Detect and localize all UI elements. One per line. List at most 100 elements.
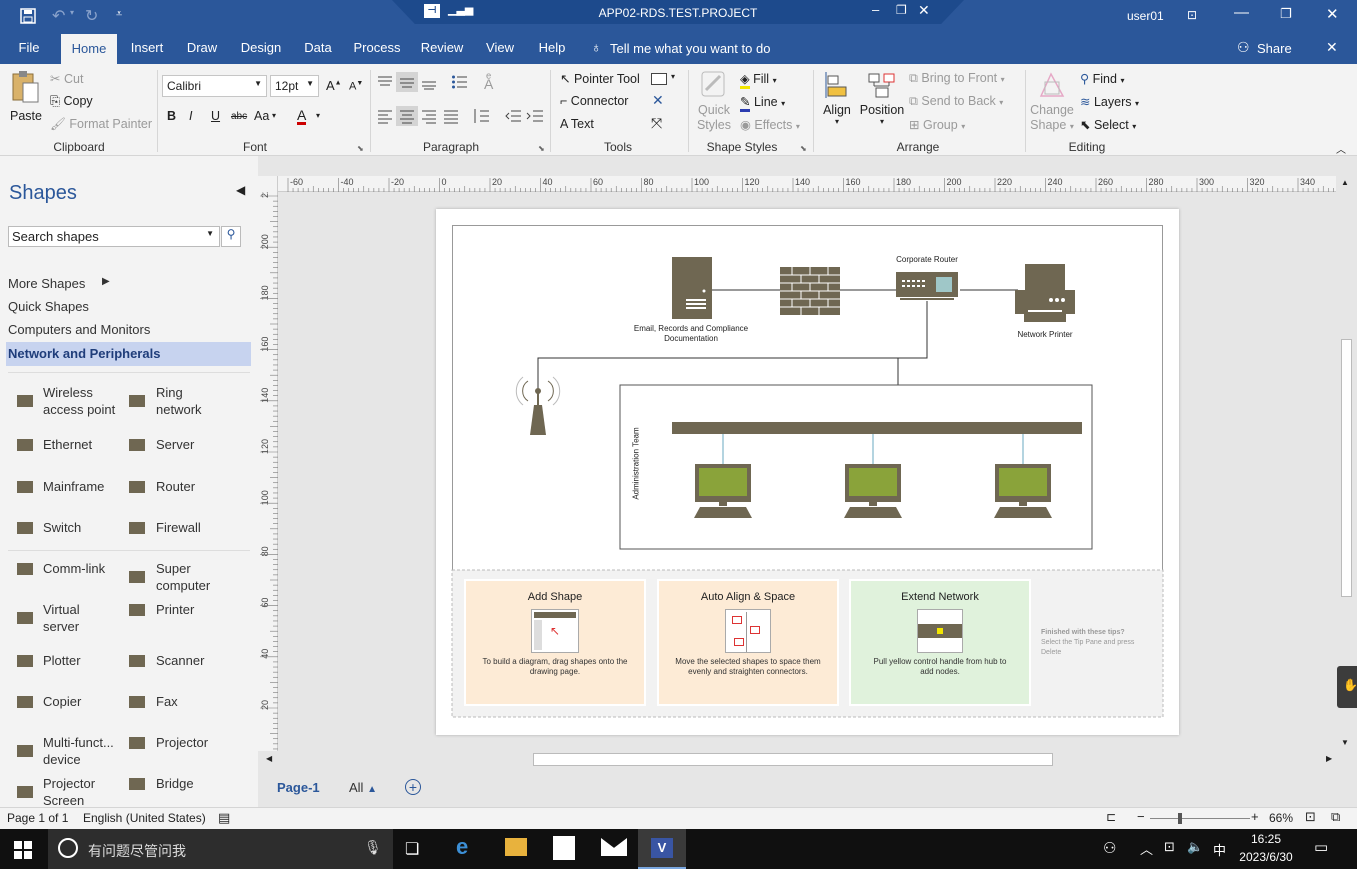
dialog-launcher-icon[interactable]: ⬊: [800, 144, 807, 153]
user-name[interactable]: user01: [1127, 9, 1164, 23]
minimize-icon[interactable]: —: [1234, 4, 1249, 21]
group-button[interactable]: ⊞ Group ▾: [909, 117, 965, 132]
stencil-shape-left[interactable]: Plotter: [14, 652, 126, 688]
decrease-indent-icon[interactable]: [504, 108, 522, 127]
align-middle-icon[interactable]: [396, 72, 418, 92]
change-case-button[interactable]: Aa: [254, 109, 269, 123]
computers-monitors-category[interactable]: Computers and Monitors: [8, 322, 150, 337]
stencil-shape-left[interactable]: Switch: [14, 519, 126, 555]
format-painter-button[interactable]: 🖌 Format Painter: [50, 117, 152, 132]
bullets-icon[interactable]: [451, 74, 469, 93]
file-explorer-icon[interactable]: [505, 838, 527, 856]
stencil-shape-right[interactable]: Fax: [126, 693, 238, 729]
increase-indent-icon[interactable]: [526, 108, 544, 127]
stencil-shape-right[interactable]: Ring network: [126, 384, 238, 420]
undo-icon[interactable]: ↶: [52, 6, 65, 26]
stencil-shape-left[interactable]: Projector Screen: [14, 775, 126, 811]
align-left-icon[interactable]: [376, 108, 394, 127]
restore-icon[interactable]: ❐: [1280, 6, 1292, 22]
edge-icon[interactable]: e: [456, 834, 468, 860]
printer-shape[interactable]: [1015, 264, 1075, 322]
language-indicator[interactable]: English (United States): [83, 811, 206, 825]
undo-dropdown-icon[interactable]: ▾: [70, 8, 74, 17]
line-button[interactable]: ✎ Line ▾: [740, 94, 785, 112]
close-icon[interactable]: ✕: [1326, 5, 1339, 23]
scroll-down-icon[interactable]: ▼: [1341, 738, 1349, 747]
spacing-icon[interactable]: [472, 108, 490, 127]
tab-insert[interactable]: Insert: [125, 32, 169, 64]
shrink-font-icon[interactable]: A▼: [349, 80, 363, 93]
position-button[interactable]: Position ▾: [859, 70, 905, 126]
ime-indicator[interactable]: 中: [1213, 840, 1226, 859]
scroll-left-icon[interactable]: ◀: [266, 754, 272, 763]
router-shape[interactable]: [896, 272, 958, 300]
share-button[interactable]: Share: [1257, 41, 1292, 56]
copy-button[interactable]: ⎘ Copy: [50, 94, 93, 109]
server-shape[interactable]: [672, 257, 712, 319]
windows-start-icon[interactable]: [14, 841, 32, 862]
pointer-tool-button[interactable]: ↖ Pointer Tool: [560, 71, 640, 86]
connection-point-icon[interactable]: ⤧: [651, 115, 662, 132]
task-view-icon[interactable]: ❏: [405, 839, 419, 859]
stencil-shape-right[interactable]: Printer: [126, 601, 238, 637]
tab-draw[interactable]: Draw: [182, 32, 222, 64]
select-button[interactable]: ⬉ Select ▾: [1080, 117, 1136, 132]
fill-button[interactable]: ◈ Fill ▾: [740, 71, 777, 89]
pc-shape[interactable]: [844, 464, 902, 518]
pc-shape[interactable]: [694, 464, 752, 518]
close-doc-icon[interactable]: ✕: [1326, 39, 1338, 56]
layers-button[interactable]: ≋ Layers ▾: [1080, 94, 1139, 109]
horizontal-scroll-thumb[interactable]: [533, 753, 1053, 766]
strikethrough-button[interactable]: abc: [231, 111, 247, 122]
stencil-shape-right[interactable]: Server: [126, 436, 238, 472]
stencil-shape-right[interactable]: Scanner: [126, 652, 238, 688]
drawing-canvas[interactable]: -60 -40 -20 0 20 40 60 80 100 120 140 160 180 200 220 2…: [258, 156, 1357, 807]
stencil-shape-right[interactable]: Super computer: [126, 560, 238, 596]
collapse-pane-icon[interactable]: ◀: [236, 183, 245, 197]
tray-expand-icon[interactable]: ︿: [1140, 839, 1153, 858]
tab-help[interactable]: Help: [534, 32, 570, 64]
send-to-back-button[interactable]: ⧉ Send to Back ▾: [909, 94, 1003, 109]
page-indicator[interactable]: Page 1 of 1: [7, 811, 68, 825]
switch-windows-icon[interactable]: ⧉: [1331, 809, 1340, 825]
search-icon[interactable]: ⚲: [221, 226, 241, 247]
quick-styles-button[interactable]: Quick Styles: [696, 70, 732, 133]
tab-process[interactable]: Process: [350, 32, 404, 64]
drawing-page[interactable]: Email, Records and Compliance Documentati…: [436, 209, 1179, 735]
zoom-slider-thumb[interactable]: [1178, 813, 1182, 824]
justify-icon[interactable]: [442, 108, 460, 127]
store-icon[interactable]: [553, 836, 575, 860]
stencil-shape-left[interactable]: Virtual server: [14, 601, 126, 637]
change-shape-button[interactable]: Change Shape ▾: [1030, 70, 1074, 134]
search-shapes-input[interactable]: Search shapes ▼: [8, 226, 220, 247]
all-pages-button[interactable]: All ▲: [349, 780, 377, 795]
clock-time[interactable]: 16:25: [1236, 832, 1296, 846]
stencil-shape-left[interactable]: Mainframe: [14, 478, 126, 514]
volume-icon[interactable]: 🔈: [1187, 839, 1203, 855]
align-right-icon[interactable]: [420, 108, 438, 127]
dialog-launcher-icon[interactable]: ⬊: [538, 144, 545, 153]
scroll-up-icon[interactable]: ▲: [1341, 178, 1349, 187]
people-icon[interactable]: ⚇: [1103, 839, 1116, 857]
stencil-shape-right[interactable]: Bridge: [126, 775, 238, 811]
dialog-launcher-icon[interactable]: ⬊: [357, 144, 364, 153]
side-tab[interactable]: ✋: [1337, 666, 1357, 708]
fit-page-icon[interactable]: ⊡: [1305, 809, 1316, 825]
bold-button[interactable]: B: [167, 109, 176, 123]
add-page-icon[interactable]: +: [405, 779, 421, 795]
rdp-minimize-icon[interactable]: –: [872, 2, 879, 17]
find-button[interactable]: ⚲ Find ▾: [1080, 71, 1124, 86]
tab-file[interactable]: File: [10, 32, 48, 64]
chevron-down-icon[interactable]: ▾: [671, 72, 675, 81]
zoom-level[interactable]: 66%: [1269, 811, 1293, 825]
text-direction-icon[interactable]: Aͤ: [484, 76, 493, 92]
italic-button[interactable]: I: [189, 109, 192, 123]
close-tool-icon[interactable]: ✕: [652, 92, 664, 109]
vertical-scroll-thumb[interactable]: [1341, 339, 1352, 597]
stencil-shape-left[interactable]: Wireless access point: [14, 384, 126, 420]
vertical-scrollbar[interactable]: ▲ ▼: [1336, 176, 1356, 751]
visio-taskbar-button[interactable]: V: [638, 829, 686, 869]
taskbar-search-box[interactable]: 有问题尽管问我 🎙: [48, 829, 393, 869]
chevron-down-icon[interactable]: ▾: [316, 111, 320, 120]
ribbon-display-icon[interactable]: ⊡: [1187, 8, 1197, 22]
